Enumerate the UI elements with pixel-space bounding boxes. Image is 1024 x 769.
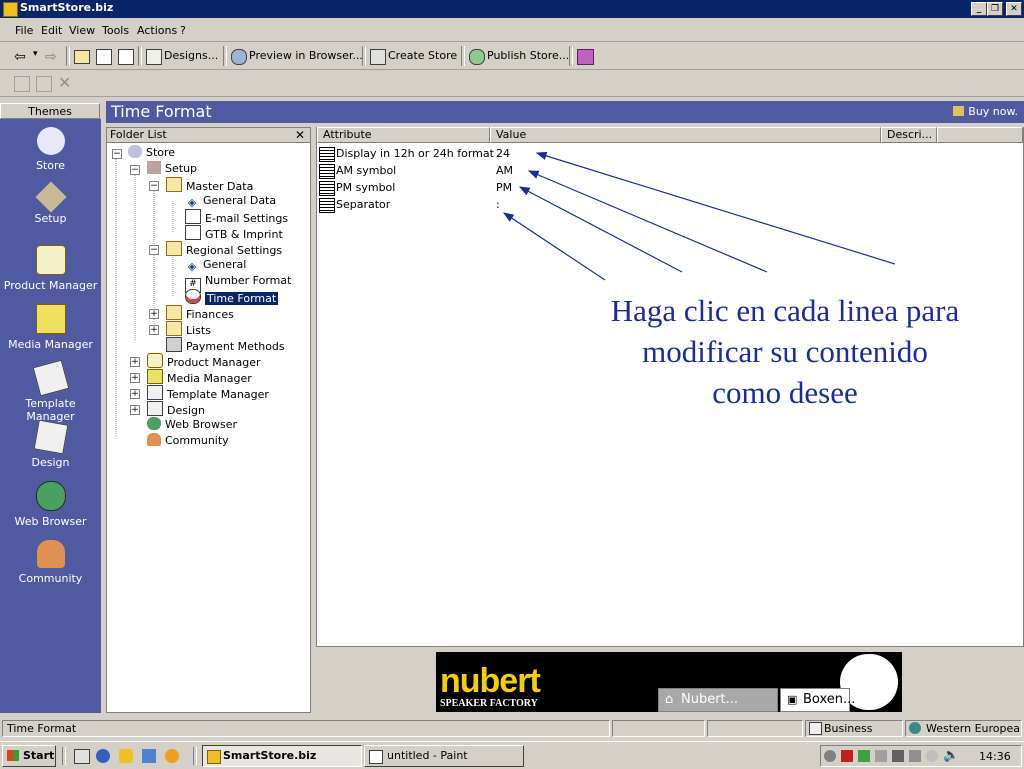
cart-icon: ▣ xyxy=(787,693,798,706)
system-tray: 🔈 14:36 xyxy=(820,745,1022,767)
tray-icon[interactable] xyxy=(875,750,887,762)
internet-explorer-icon[interactable] xyxy=(96,749,110,763)
volume-icon[interactable]: 🔈 xyxy=(943,748,959,763)
banner-tab-nubert[interactable]: ⌂ Nubert... xyxy=(658,688,778,712)
nubert-tagline: SPEAKER FACTORY xyxy=(440,698,538,709)
status-text: Time Format xyxy=(2,720,610,737)
media-player-icon[interactable] xyxy=(165,749,179,763)
taskbar-separator xyxy=(62,747,66,765)
antivirus-icon[interactable] xyxy=(841,750,853,762)
quicklaunch-icon[interactable] xyxy=(142,749,156,763)
quicklaunch-icon[interactable] xyxy=(119,749,133,763)
tray-icon[interactable] xyxy=(858,750,870,762)
annotation-line: Haga clic en cada linea para xyxy=(610,293,960,328)
paint-icon xyxy=(369,750,383,764)
status-region[interactable]: Western European xyxy=(905,720,1022,737)
status-business[interactable]: Business xyxy=(805,720,903,737)
business-icon xyxy=(809,722,822,735)
tray-icon[interactable] xyxy=(909,750,921,762)
home-icon: ⌂ xyxy=(665,692,674,707)
network-icon[interactable] xyxy=(892,750,904,762)
nubert-logo: nubert xyxy=(440,662,541,700)
annotation-text: Haga clic en cada linea para modificar s… xyxy=(580,290,990,413)
arrow-to-display-format xyxy=(535,151,896,265)
tray-icon[interactable] xyxy=(824,750,836,762)
arrow-to-am-symbol xyxy=(527,170,768,273)
clock[interactable]: 14:36 xyxy=(979,750,1011,763)
smartstore-icon xyxy=(207,750,221,764)
taskbar-separator xyxy=(193,747,197,765)
arrow-to-pm-symbol xyxy=(518,186,683,273)
task-paint[interactable]: untitled - Paint xyxy=(364,745,524,767)
task-smartstore[interactable]: SmartStore.biz xyxy=(202,745,362,767)
banner-tab-boxen[interactable]: ▣ Boxen... xyxy=(780,688,855,712)
taskbar: Start SmartStore.biz untitled - Paint 🔈 … xyxy=(0,741,1024,769)
annotation-line: modificar su contenido xyxy=(642,334,928,369)
tray-icon[interactable] xyxy=(926,750,938,762)
windows-logo-icon xyxy=(7,750,19,761)
start-button[interactable]: Start xyxy=(2,745,56,767)
show-desktop-icon[interactable] xyxy=(74,749,90,764)
annotation-line: como desee xyxy=(712,375,858,410)
region-icon xyxy=(909,722,921,734)
status-bar: Time Format Business Western European xyxy=(0,718,1024,740)
status-panel xyxy=(707,720,803,737)
status-panel xyxy=(612,720,705,737)
